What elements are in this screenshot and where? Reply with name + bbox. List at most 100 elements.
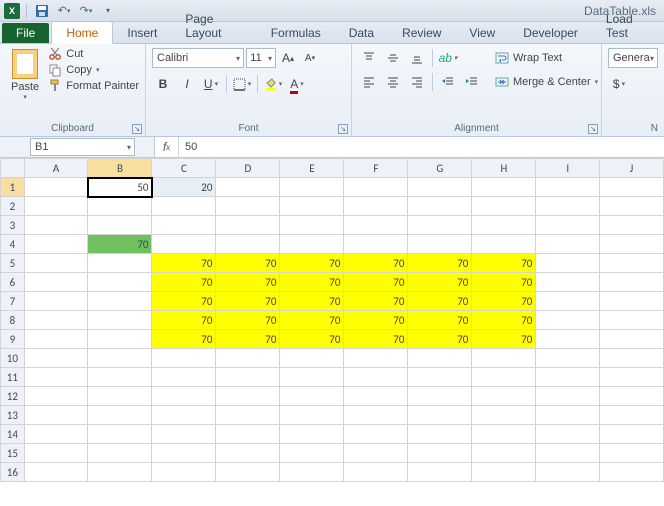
cell-F8[interactable]: 70 (344, 311, 408, 330)
row-header-15[interactable]: 15 (1, 444, 25, 463)
cell-C14[interactable] (152, 425, 216, 444)
cell-H6[interactable]: 70 (472, 273, 536, 292)
redo-icon[interactable]: ↷▾ (77, 2, 95, 20)
col-header-A[interactable]: A (24, 159, 88, 178)
cell-A15[interactable] (24, 444, 88, 463)
cell-J9[interactable] (600, 330, 664, 349)
cell-G16[interactable] (408, 463, 472, 482)
cell-D15[interactable] (216, 444, 280, 463)
cell-G9[interactable]: 70 (408, 330, 472, 349)
tab-review[interactable]: Review (388, 22, 455, 43)
dialog-launcher-icon[interactable]: ↘ (338, 124, 348, 134)
spreadsheet-grid[interactable]: ABCDEFGHIJ 15020234705707070707070670707… (0, 158, 664, 482)
cell-G7[interactable]: 70 (408, 292, 472, 311)
cell-E3[interactable] (280, 216, 344, 235)
cell-B11[interactable] (88, 368, 152, 387)
row-header-1[interactable]: 1 (1, 178, 25, 197)
cell-C9[interactable]: 70 (152, 330, 216, 349)
tab-developer[interactable]: Developer (509, 22, 592, 43)
cell-B15[interactable] (88, 444, 152, 463)
cell-H10[interactable] (472, 349, 536, 368)
cell-B2[interactable] (88, 197, 152, 216)
cell-E13[interactable] (280, 406, 344, 425)
cell-C5[interactable]: 70 (152, 254, 216, 273)
cell-A3[interactable] (24, 216, 88, 235)
row-header-16[interactable]: 16 (1, 463, 25, 482)
col-header-I[interactable]: I (536, 159, 600, 178)
formula-bar[interactable]: 50 (179, 137, 664, 157)
cell-D3[interactable] (216, 216, 280, 235)
cell-H7[interactable]: 70 (472, 292, 536, 311)
align-middle-icon[interactable] (382, 47, 404, 69)
cell-D13[interactable] (216, 406, 280, 425)
cell-F16[interactable] (344, 463, 408, 482)
decrease-font-icon[interactable]: A▾ (300, 47, 320, 69)
cell-D10[interactable] (216, 349, 280, 368)
cell-F3[interactable] (344, 216, 408, 235)
cell-C4[interactable] (152, 235, 216, 254)
cell-J3[interactable] (600, 216, 664, 235)
cell-J10[interactable] (600, 349, 664, 368)
row-header-2[interactable]: 2 (1, 197, 25, 216)
tab-file[interactable]: File (2, 23, 49, 43)
font-color-button[interactable]: A (286, 73, 308, 95)
underline-button[interactable]: U (200, 73, 222, 95)
paste-button[interactable]: Paste ▾ (6, 47, 44, 119)
cell-J11[interactable] (600, 368, 664, 387)
orientation-button[interactable]: ab (437, 47, 459, 69)
cell-G10[interactable] (408, 349, 472, 368)
cell-D8[interactable]: 70 (216, 311, 280, 330)
cell-H2[interactable] (472, 197, 536, 216)
cell-D7[interactable]: 70 (216, 292, 280, 311)
cell-F9[interactable]: 70 (344, 330, 408, 349)
tab-page-layout[interactable]: Page Layout (171, 8, 256, 43)
cell-G4[interactable] (408, 235, 472, 254)
cell-J16[interactable] (600, 463, 664, 482)
cell-I15[interactable] (536, 444, 600, 463)
cell-I8[interactable] (536, 311, 600, 330)
cell-A11[interactable] (24, 368, 88, 387)
cell-B16[interactable] (88, 463, 152, 482)
cell-H5[interactable]: 70 (472, 254, 536, 273)
cell-B1[interactable]: 50 (88, 178, 152, 197)
align-right-icon[interactable] (406, 71, 428, 93)
cell-I6[interactable] (536, 273, 600, 292)
cell-A7[interactable] (24, 292, 88, 311)
cell-G12[interactable] (408, 387, 472, 406)
cell-C6[interactable]: 70 (152, 273, 216, 292)
cell-A1[interactable] (24, 178, 88, 197)
cell-H4[interactable] (472, 235, 536, 254)
col-header-G[interactable]: G (408, 159, 472, 178)
qat-customize-icon[interactable]: ▾ (99, 2, 117, 20)
cell-A8[interactable] (24, 311, 88, 330)
cell-H15[interactable] (472, 444, 536, 463)
cell-J12[interactable] (600, 387, 664, 406)
cell-D2[interactable] (216, 197, 280, 216)
cell-G3[interactable] (408, 216, 472, 235)
merge-center-button[interactable]: Merge & Center ▾ (495, 71, 598, 93)
cell-F2[interactable] (344, 197, 408, 216)
cell-G5[interactable]: 70 (408, 254, 472, 273)
cell-E5[interactable]: 70 (280, 254, 344, 273)
cell-F11[interactable] (344, 368, 408, 387)
cell-C12[interactable] (152, 387, 216, 406)
dialog-launcher-icon[interactable]: ↘ (588, 124, 598, 134)
cell-A13[interactable] (24, 406, 88, 425)
row-header-11[interactable]: 11 (1, 368, 25, 387)
col-header-C[interactable]: C (152, 159, 216, 178)
cell-H8[interactable]: 70 (472, 311, 536, 330)
cell-D5[interactable]: 70 (216, 254, 280, 273)
excel-app-icon[interactable]: X (4, 3, 20, 19)
borders-button[interactable] (231, 73, 253, 95)
cell-E6[interactable]: 70 (280, 273, 344, 292)
cell-F6[interactable]: 70 (344, 273, 408, 292)
cell-I12[interactable] (536, 387, 600, 406)
number-format-combo[interactable]: Genera (608, 48, 658, 68)
cell-G8[interactable]: 70 (408, 311, 472, 330)
italic-button[interactable]: I (176, 73, 198, 95)
tab-insert[interactable]: Insert (113, 22, 171, 43)
cell-J7[interactable] (600, 292, 664, 311)
cell-G2[interactable] (408, 197, 472, 216)
cell-D1[interactable] (216, 178, 280, 197)
cell-B4[interactable]: 70 (88, 235, 152, 254)
